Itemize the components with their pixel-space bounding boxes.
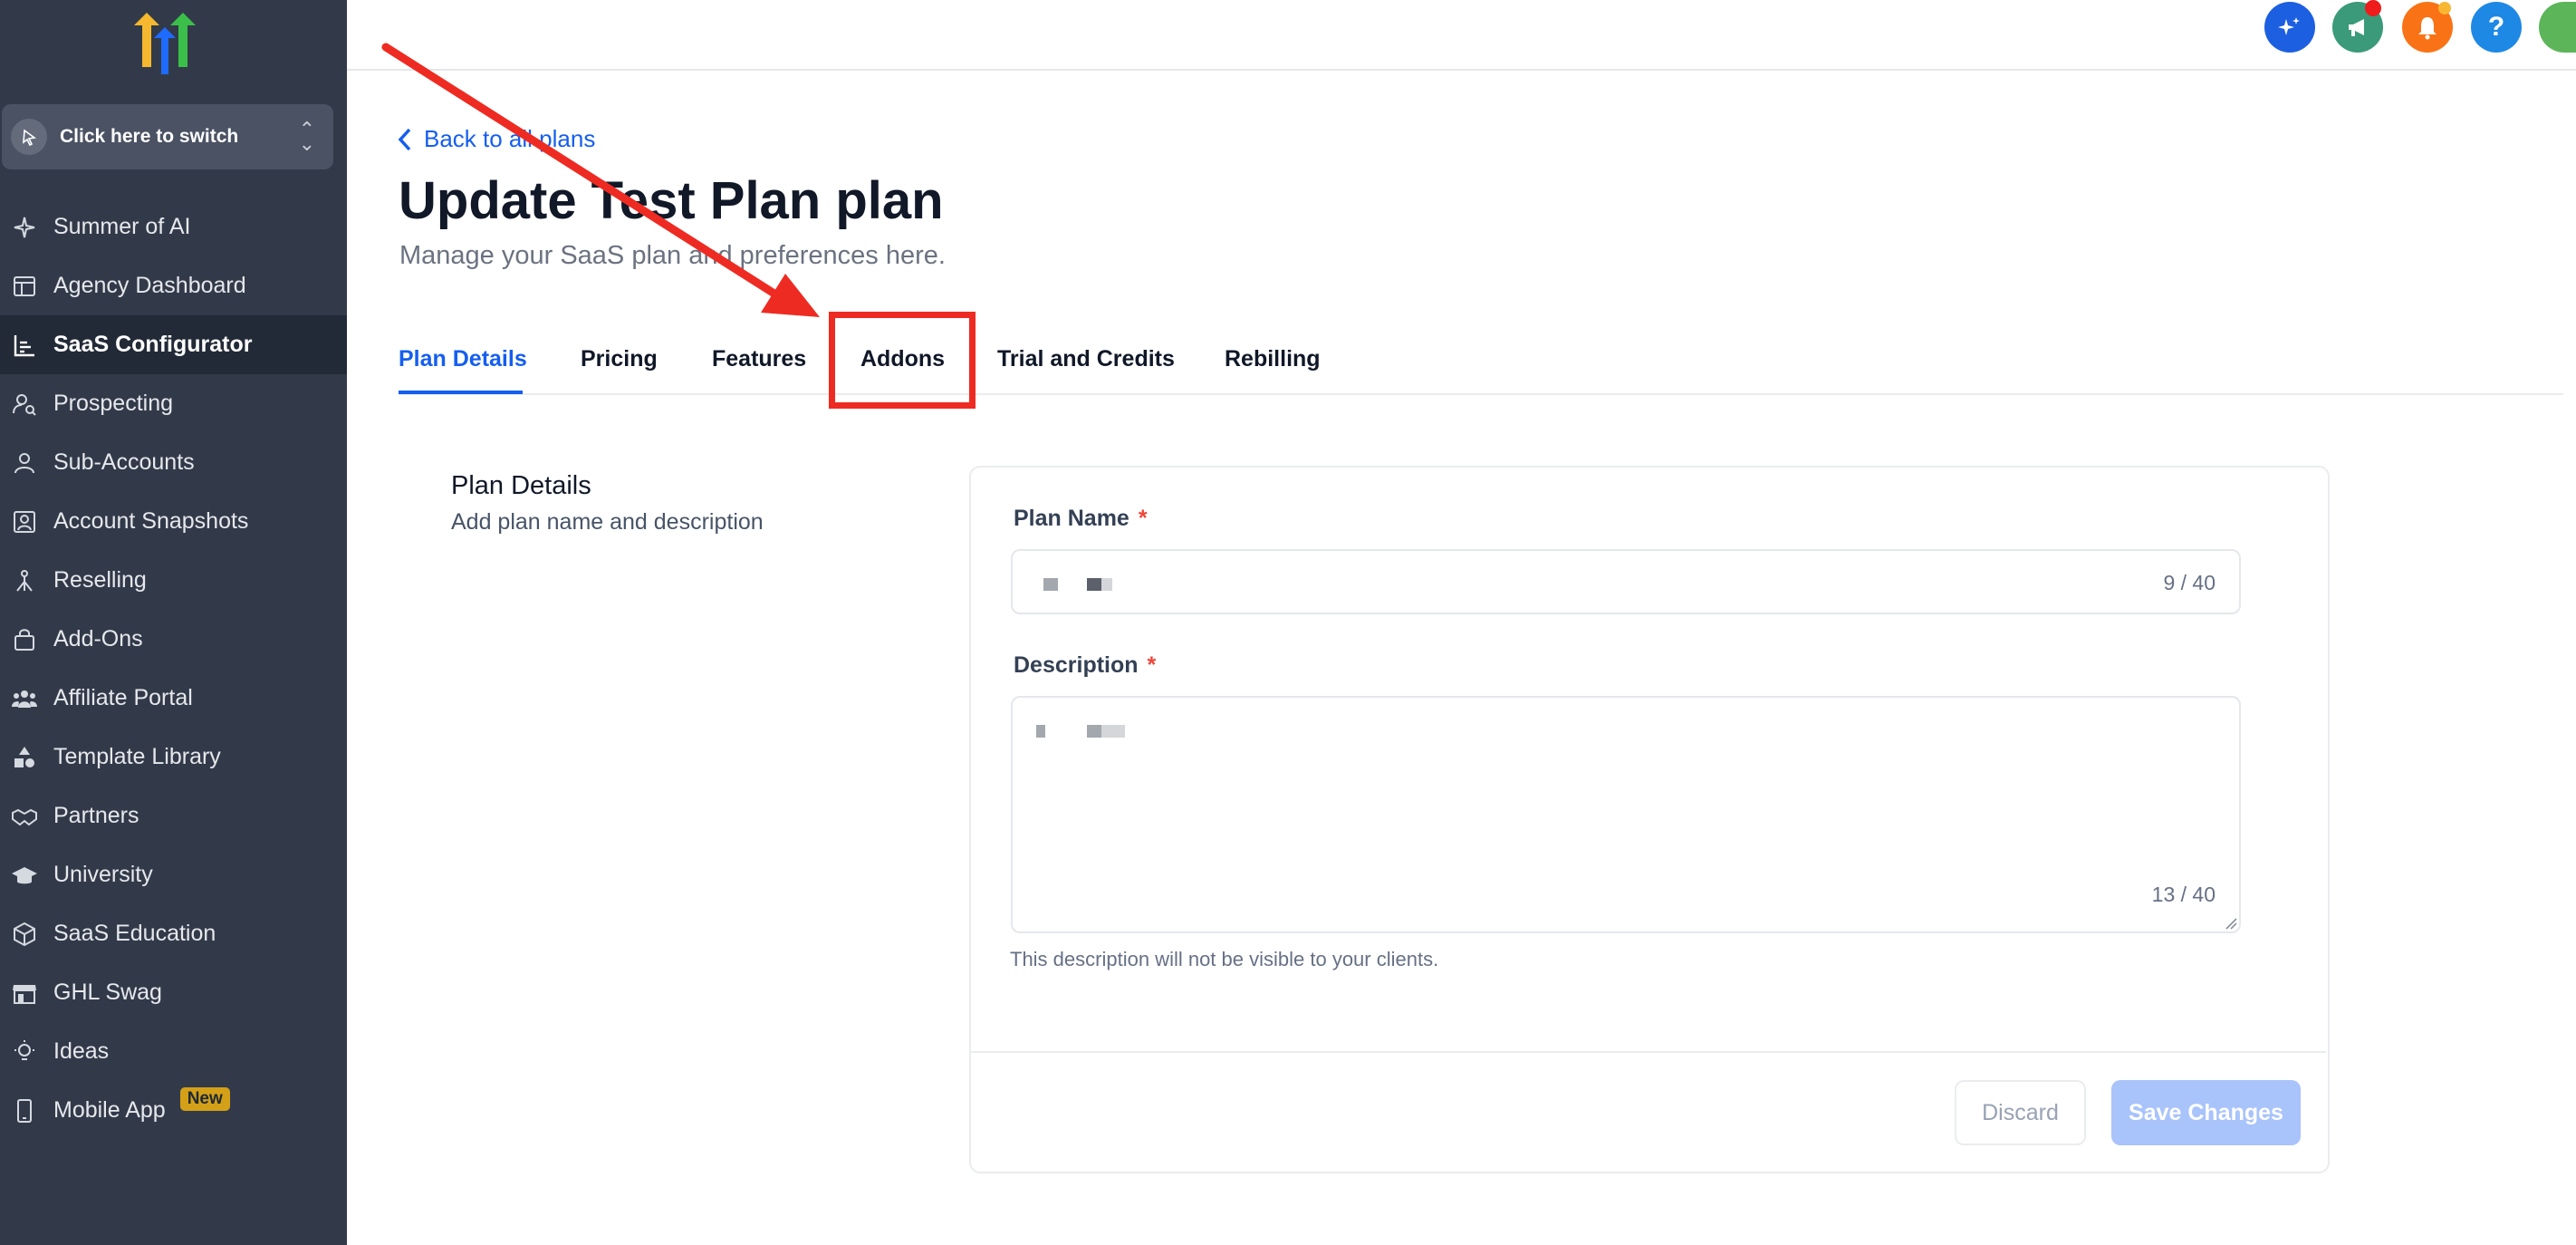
chevron-left-icon xyxy=(398,128,411,150)
lightbulb-icon xyxy=(9,1037,40,1067)
reselling-icon xyxy=(9,565,40,596)
avatar[interactable] xyxy=(2539,2,2576,53)
snapshot-icon xyxy=(9,507,40,537)
sidebar-item-account-snapshots[interactable]: Account Snapshots xyxy=(0,492,347,551)
sidebar-item-sub-accounts[interactable]: Sub-Accounts xyxy=(0,433,347,492)
discard-button[interactable]: Discard xyxy=(1955,1080,2086,1145)
ai-sparkle-icon[interactable] xyxy=(2264,2,2315,53)
chevron-updown-icon: ⌃ ⌄ xyxy=(298,118,315,155)
switcher-label: Click here to switch xyxy=(60,126,239,147)
sidebar-item-saas-configurator[interactable]: SaaS Configurator xyxy=(0,315,347,374)
sidebar-item-label: Reselling xyxy=(53,567,147,593)
tab-rebilling[interactable]: Rebilling xyxy=(1225,346,1321,372)
page-title: Update Test Plan plan xyxy=(399,171,944,230)
sidebar-item-prospecting[interactable]: Prospecting xyxy=(0,374,347,433)
mobile-icon xyxy=(9,1095,40,1126)
sidebar-item-label: Add-Ons xyxy=(53,626,143,651)
back-label: Back to all plans xyxy=(424,125,596,152)
sidebar-item-ghl-swag[interactable]: GHL Swag xyxy=(0,963,347,1022)
notification-dot xyxy=(2365,0,2381,16)
logo-icon[interactable] xyxy=(129,13,201,78)
dashboard-icon xyxy=(9,271,40,302)
sidebar-item-affiliate-portal[interactable]: Affiliate Portal xyxy=(0,669,347,728)
sidebar-item-summer-of-ai[interactable]: Summer of AI xyxy=(0,198,347,256)
sidebar-item-label: Sub-Accounts xyxy=(53,449,195,475)
tab-features[interactable]: Features xyxy=(712,346,806,372)
section-title: Plan Details xyxy=(451,471,591,500)
back-to-plans-link[interactable]: Back to all plans xyxy=(397,125,595,153)
graduation-cap-icon xyxy=(9,860,40,891)
sidebar-item-add-ons[interactable]: Add-Ons xyxy=(0,610,347,669)
bell-icon[interactable] xyxy=(2402,2,2453,53)
sidebar-item-label: Mobile App xyxy=(53,1097,166,1123)
sidebar-item-saas-education[interactable]: SaaS Education xyxy=(0,904,347,963)
handshake-icon xyxy=(9,801,40,832)
users-icon xyxy=(9,683,40,714)
sidebar-item-label: SaaS Configurator xyxy=(53,332,253,357)
sidebar-item-label: Partners xyxy=(53,803,139,828)
sidebar-item-ideas[interactable]: Ideas xyxy=(0,1022,347,1081)
sidebar: Click here to switch ⌃ ⌄ Summer of AI Age… xyxy=(0,0,347,1245)
sparkle-icon xyxy=(9,212,40,243)
sidebar-item-label: Affiliate Portal xyxy=(53,685,193,710)
help-icon[interactable]: ? xyxy=(2471,2,2522,53)
tab-trial-and-credits[interactable]: Trial and Credits xyxy=(997,346,1175,372)
tab-pricing[interactable]: Pricing xyxy=(581,346,658,372)
sidebar-item-label: Summer of AI xyxy=(53,214,191,239)
active-tab-indicator xyxy=(399,391,523,394)
footer-divider xyxy=(969,1051,2326,1053)
sidebar-item-label: Ideas xyxy=(53,1038,110,1064)
topbar: ? xyxy=(347,0,2576,71)
bar-chart-icon xyxy=(9,330,40,361)
card-footer: Discard Save Changes xyxy=(969,466,2330,1173)
addons-highlight-box xyxy=(829,312,976,409)
sidebar-item-university[interactable]: University xyxy=(0,845,347,904)
sidebar-item-template-library[interactable]: Template Library xyxy=(0,728,347,787)
account-switcher[interactable]: Click here to switch ⌃ ⌄ xyxy=(2,104,333,169)
help-glyph: ? xyxy=(2487,12,2505,42)
sidebar-item-partners[interactable]: Partners xyxy=(0,787,347,845)
sidebar-item-label: Prospecting xyxy=(53,391,174,416)
sidebar-item-label: SaaS Education xyxy=(53,921,216,946)
megaphone-icon[interactable] xyxy=(2332,0,2383,53)
save-changes-button[interactable]: Save Changes xyxy=(2111,1080,2301,1145)
sidebar-item-agency-dashboard[interactable]: Agency Dashboard xyxy=(0,256,347,315)
sidebar-item-label: University xyxy=(53,862,153,887)
sidebar-item-label: GHL Swag xyxy=(53,980,162,1005)
sidebar-item-mobile-app[interactable]: Mobile App New xyxy=(0,1081,347,1140)
cube-icon xyxy=(9,919,40,950)
tab-plan-details[interactable]: Plan Details xyxy=(399,346,527,372)
notification-dot xyxy=(2438,2,2451,14)
bag-icon xyxy=(9,624,40,655)
section-subtitle: Add plan name and description xyxy=(451,509,764,535)
store-icon xyxy=(9,978,40,1009)
sidebar-item-reselling[interactable]: Reselling xyxy=(0,551,347,610)
page-subtitle: Manage your SaaS plan and preferences he… xyxy=(399,241,946,270)
user-search-icon xyxy=(9,389,40,420)
sidebar-item-label: Agency Dashboard xyxy=(53,273,246,298)
sidebar-item-label: Account Snapshots xyxy=(53,508,249,534)
user-icon xyxy=(9,448,40,478)
pointer-icon xyxy=(11,119,47,155)
sidebar-item-label: Template Library xyxy=(53,744,221,769)
sidebar-nav: Summer of AI Agency Dashboard SaaS Confi… xyxy=(0,198,347,1140)
tabs: Plan Details Pricing Features Addons Tri… xyxy=(399,330,2563,395)
shapes-icon xyxy=(9,742,40,773)
new-badge: New xyxy=(179,1086,230,1111)
